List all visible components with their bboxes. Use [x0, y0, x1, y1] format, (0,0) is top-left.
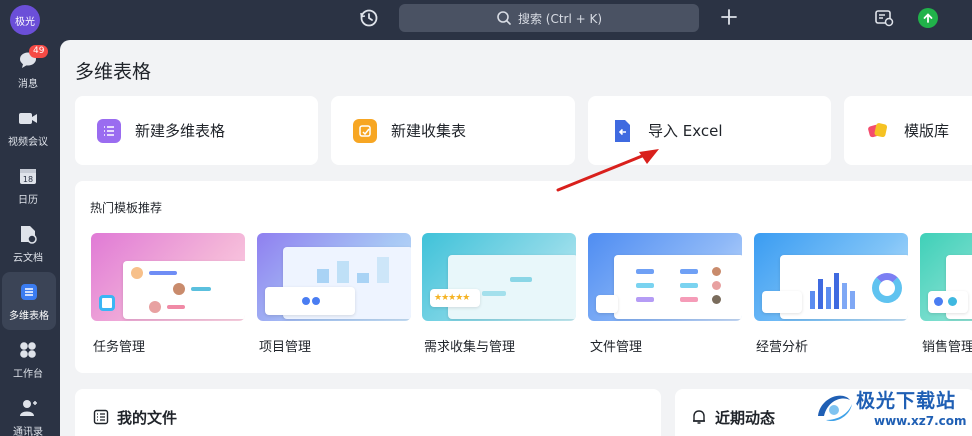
bitable-icon	[18, 281, 40, 303]
template-card-sales[interactable]: 销售管理	[920, 233, 972, 355]
template-thumbnail	[257, 233, 411, 321]
calendar-icon: 18	[17, 165, 39, 187]
template-name: 文件管理	[590, 340, 643, 355]
page-title: 多维表格	[75, 61, 152, 83]
new-form-button[interactable]: 新建收集表	[331, 96, 575, 165]
watermark-logo-icon	[818, 395, 852, 422]
template-card-project[interactable]: 项目管理	[257, 233, 411, 355]
notification-settings-icon[interactable]	[873, 7, 895, 29]
template-name: 任务管理	[93, 340, 146, 355]
template-name: 需求收集与管理	[424, 340, 516, 355]
add-icon[interactable]	[719, 7, 739, 27]
template-thumbnail	[920, 233, 972, 321]
upgrade-icon[interactable]	[918, 8, 938, 28]
action-label: 模版库	[904, 122, 950, 140]
history-icon[interactable]	[358, 7, 380, 29]
template-thumbnail	[91, 233, 245, 321]
watermark-title: 极光下载站	[856, 390, 957, 412]
sidebar-item-video-meeting[interactable]: 视频会议	[0, 98, 56, 156]
template-name: 经营分析	[756, 340, 809, 355]
template-library-icon	[866, 119, 890, 143]
new-bitable-icon	[97, 118, 121, 143]
sidebar-item-messages[interactable]: 49 消息	[0, 40, 56, 98]
sidebar-item-label: 多维表格	[9, 310, 49, 322]
template-thumbnail	[754, 233, 908, 321]
template-thumbnail: ★★★★★	[422, 233, 576, 321]
sidebar-item-label: 日历	[18, 194, 38, 206]
sidebar-item-label: 通讯录	[13, 426, 43, 436]
sidebar-item-cloud-docs[interactable]: 云文档	[0, 214, 56, 272]
my-files-title: 我的文件	[117, 409, 178, 427]
new-form-icon	[353, 118, 377, 143]
search-input[interactable]: 搜索 (Ctrl + K)	[399, 4, 699, 32]
recent-activity-title: 近期动态	[715, 409, 776, 427]
sidebar-item-bitable[interactable]: 多维表格	[2, 272, 56, 330]
template-name: 项目管理	[259, 340, 312, 355]
sidebar-item-calendar[interactable]: 18 日历	[0, 156, 56, 214]
template-name: 销售管理	[922, 340, 972, 355]
sidebar-item-label: 工作台	[13, 368, 43, 380]
action-label: 新建多维表格	[135, 122, 226, 140]
my-files-panel: 我的文件	[75, 389, 661, 436]
template-thumbnail	[588, 233, 742, 321]
calendar-date: 18	[23, 175, 33, 184]
avatar[interactable]: 极光	[10, 5, 40, 35]
cloud-doc-icon	[17, 223, 39, 245]
sidebar-item-label: 云文档	[13, 252, 43, 264]
workspace-icon	[17, 339, 39, 361]
sidebar-item-label: 视频会议	[8, 136, 48, 148]
template-card-analysis[interactable]: 经营分析	[754, 233, 908, 355]
import-excel-icon	[610, 119, 634, 143]
search-placeholder: 搜索 (Ctrl + K)	[517, 11, 603, 26]
sidebar-item-contacts[interactable]: 通讯录	[0, 388, 56, 436]
template-card-files[interactable]: 文件管理	[588, 233, 742, 355]
template-card-requirements[interactable]: ★★★★★ 需求收集与管理	[422, 233, 576, 355]
top-bar: 极光 搜索 (Ctrl + K)	[0, 0, 972, 38]
search-icon	[497, 11, 511, 25]
file-list-icon	[93, 409, 109, 429]
main-panel: 多维表格 新建多维表格 新建收集表 导入 Excel 模版库 热门模板推荐 任务…	[60, 40, 972, 436]
templates-panel: 热门模板推荐 任务管理 项目管理 ★★★★★ 需求收集与管理 文件管理 经营分析…	[75, 181, 972, 373]
contacts-icon	[17, 397, 39, 419]
unread-badge: 49	[29, 45, 49, 58]
watermark-url: www.xz7.com	[874, 414, 967, 428]
sidebar: 49 消息 视频会议 18 日历 云文档 多维表格 工作台 通讯录	[0, 38, 58, 436]
action-label: 新建收集表	[391, 122, 467, 140]
sidebar-item-workspace[interactable]: 工作台	[0, 330, 56, 388]
import-excel-button[interactable]: 导入 Excel	[588, 96, 831, 165]
action-label: 导入 Excel	[648, 122, 723, 140]
new-bitable-button[interactable]: 新建多维表格	[75, 96, 318, 165]
video-icon	[17, 107, 39, 129]
watermark: 极光下载站 www.xz7.com	[812, 384, 972, 436]
bell-icon	[691, 409, 707, 429]
sidebar-item-label: 消息	[18, 78, 38, 90]
template-library-button[interactable]: 模版库	[844, 96, 972, 165]
template-card-task[interactable]: 任务管理	[91, 233, 245, 355]
templates-title: 热门模板推荐	[90, 201, 163, 215]
